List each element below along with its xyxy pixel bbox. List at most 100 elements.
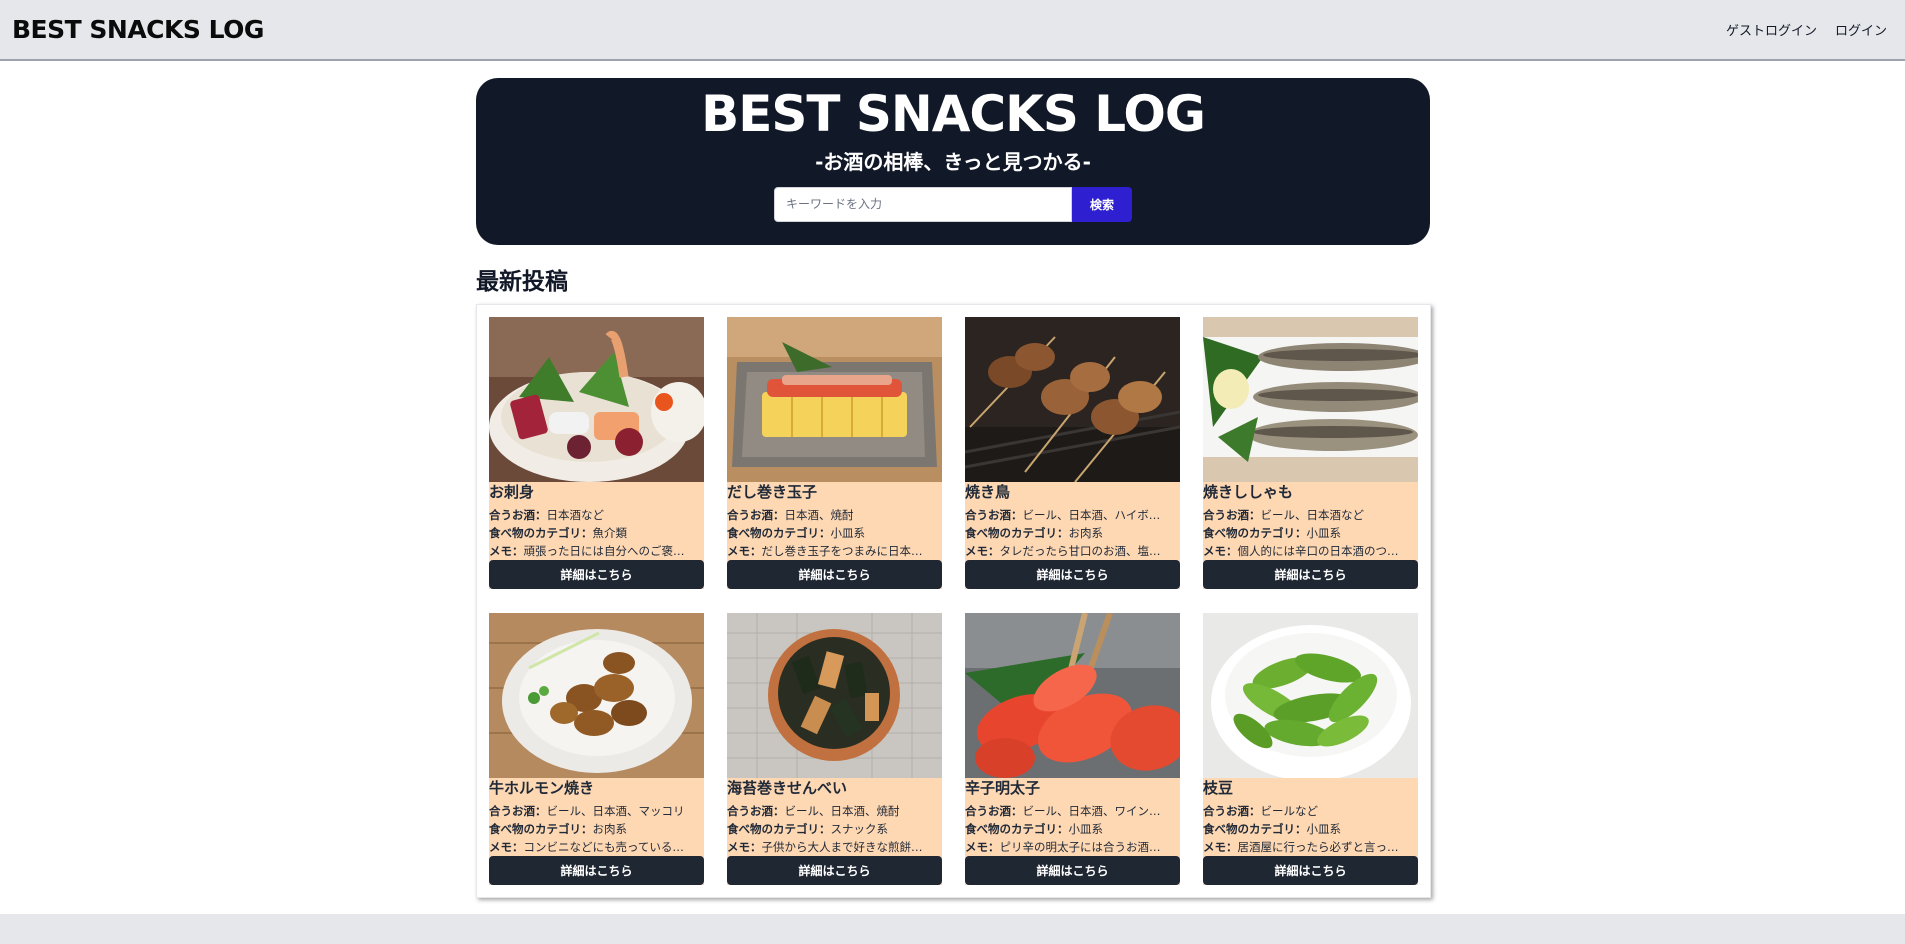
post-category: 食べ物のカテゴリ：魚介類 <box>489 524 704 542</box>
hero-title: BEST SNACKS LOG <box>701 85 1206 143</box>
memo-value: ピリ辛の明太子には合うお酒… <box>999 840 1161 854</box>
card-body: お刺身 合うお酒：日本酒など 食べ物のカテゴリ：魚介類 メモ：頑張った日には自分… <box>489 482 704 589</box>
post-card: 枝豆 合うお酒：ビールなど 食べ物のカテゴリ：小皿系 メモ：居酒屋に行ったら必ず… <box>1203 613 1418 885</box>
post-memo: メモ：個人的には辛口の日本酒のつ… <box>1203 542 1418 560</box>
memo-label: メモ： <box>1203 840 1238 854</box>
memo-label: メモ： <box>727 840 762 854</box>
post-memo: メモ：ピリ辛の明太子には合うお酒… <box>965 838 1180 856</box>
memo-value: コンビニなどにも売っている… <box>523 840 684 854</box>
posts-grid: お刺身 合うお酒：日本酒など 食べ物のカテゴリ：魚介類 メモ：頑張った日には自分… <box>489 317 1418 885</box>
search-input[interactable] <box>774 186 1072 222</box>
memo-label: メモ： <box>727 544 762 558</box>
detail-button[interactable]: 詳細はこちら <box>1203 560 1418 589</box>
horumon-photo[interactable] <box>489 613 704 778</box>
post-category: 食べ物のカテゴリ：スナック系 <box>727 820 942 838</box>
post-title: だし巻き玉子 <box>727 483 818 501</box>
category-label: 食べ物のカテゴリ： <box>489 822 593 836</box>
post-card: 辛子明太子 合うお酒：ビール、日本酒、ワイン… 食べ物のカテゴリ：小皿系 メモ：… <box>965 613 1180 885</box>
detail-button[interactable]: 詳細はこちら <box>727 560 942 589</box>
drink-value: ビール、日本酒、ワイン… <box>1022 804 1161 818</box>
posts-panel: お刺身 合うお酒：日本酒など 食べ物のカテゴリ：魚介類 メモ：頑張った日には自分… <box>476 304 1431 898</box>
memo-label: メモ： <box>965 840 1000 854</box>
detail-button[interactable]: 詳細はこちら <box>965 560 1180 589</box>
card-body: 海苔巻きせんべい 合うお酒：ビール、日本酒、焼酎 食べ物のカテゴリ：スナック系 … <box>727 778 942 885</box>
drink-value: ビールなど <box>1260 804 1319 818</box>
post-card: 焼きししゃも 合うお酒：ビール、日本酒など 食べ物のカテゴリ：小皿系 メモ：個人… <box>1203 317 1418 589</box>
sashimi-photo[interactable] <box>489 317 704 482</box>
category-value: 魚介類 <box>592 526 628 540</box>
memo-label: メモ： <box>965 544 1000 558</box>
post-drink: 合うお酒：ビールなど <box>1203 802 1418 820</box>
post-drink: 合うお酒：ビール、日本酒、マッコリ <box>489 802 704 820</box>
mentaiko-photo[interactable] <box>965 613 1180 778</box>
drink-value: 日本酒など <box>546 508 605 522</box>
post-card: だし巻き玉子 合うお酒：日本酒、焼酎 食べ物のカテゴリ：小皿系 メモ：だし巻き玉… <box>727 317 942 589</box>
shishamo-photo[interactable] <box>1203 317 1418 482</box>
detail-button[interactable]: 詳細はこちら <box>489 856 704 885</box>
post-category: 食べ物のカテゴリ：小皿系 <box>1203 524 1418 542</box>
category-value: お肉系 <box>592 822 628 836</box>
senbei-photo[interactable] <box>727 613 942 778</box>
memo-label: メモ： <box>489 544 524 558</box>
brand-logo-link[interactable]: BEST SNACKS LOG <box>12 15 264 44</box>
post-title: 牛ホルモン焼き <box>489 779 595 797</box>
detail-button[interactable]: 詳細はこちら <box>1203 856 1418 885</box>
detail-button[interactable]: 詳細はこちら <box>489 560 704 589</box>
search-form: 検索 <box>774 186 1132 222</box>
search-button[interactable]: 検索 <box>1072 186 1132 222</box>
post-title: 辛子明太子 <box>965 779 1041 797</box>
post-memo: メモ：コンビニなどにも売っている… <box>489 838 704 856</box>
category-label: 食べ物のカテゴリ： <box>1203 822 1307 836</box>
post-category: 食べ物のカテゴリ：小皿系 <box>727 524 942 542</box>
post-title: 海苔巻きせんべい <box>727 779 848 797</box>
post-memo: メモ：頑張った日には自分へのご褒… <box>489 542 704 560</box>
dashimaki-photo[interactable] <box>727 317 942 482</box>
memo-label: メモ： <box>489 840 524 854</box>
category-value: お肉系 <box>1068 526 1104 540</box>
drink-label: 合うお酒： <box>727 508 785 522</box>
memo-value: 頑張った日には自分へのご褒… <box>523 544 685 558</box>
post-title: お刺身 <box>489 483 535 501</box>
top-navbar: BEST SNACKS LOG ゲストログイン ログイン <box>0 0 1905 61</box>
card-body: だし巻き玉子 合うお酒：日本酒、焼酎 食べ物のカテゴリ：小皿系 メモ：だし巻き玉… <box>727 482 942 589</box>
detail-button[interactable]: 詳細はこちら <box>727 856 942 885</box>
post-drink: 合うお酒：ビール、日本酒、ハイボ… <box>965 506 1180 524</box>
guest-login-link[interactable]: ゲストログイン <box>1726 20 1817 39</box>
drink-value: ビール、日本酒、ハイボ… <box>1022 508 1161 522</box>
category-value: スナック系 <box>830 822 889 836</box>
memo-value: 子供から大人まで好きな煎餅… <box>761 840 923 854</box>
detail-button[interactable]: 詳細はこちら <box>965 856 1180 885</box>
drink-value: ビール、日本酒、焼酎 <box>784 804 900 818</box>
card-body: 辛子明太子 合うお酒：ビール、日本酒、ワイン… 食べ物のカテゴリ：小皿系 メモ：… <box>965 778 1180 885</box>
category-label: 食べ物のカテゴリ： <box>1203 526 1307 540</box>
post-drink: 合うお酒：ビール、日本酒、ワイン… <box>965 802 1180 820</box>
category-label: 食べ物のカテゴリ： <box>727 526 831 540</box>
post-drink: 合うお酒：ビール、日本酒など <box>1203 506 1418 524</box>
post-title: 枝豆 <box>1203 779 1234 797</box>
post-memo: メモ：子供から大人まで好きな煎餅… <box>727 838 942 856</box>
nav-links: ゲストログイン ログイン <box>1726 20 1893 39</box>
post-card: 牛ホルモン焼き 合うお酒：ビール、日本酒、マッコリ 食べ物のカテゴリ：お肉系 メ… <box>489 613 704 885</box>
memo-value: 居酒屋に行ったら必ずと言っ… <box>1237 840 1399 854</box>
memo-label: メモ： <box>1203 544 1238 558</box>
card-body: 枝豆 合うお酒：ビールなど 食べ物のカテゴリ：小皿系 メモ：居酒屋に行ったら必ず… <box>1203 778 1418 885</box>
card-body: 焼き鳥 合うお酒：ビール、日本酒、ハイボ… 食べ物のカテゴリ：お肉系 メモ：タレ… <box>965 482 1180 589</box>
post-memo: メモ：タレだったら甘口のお酒、塩… <box>965 542 1180 560</box>
drink-label: 合うお酒： <box>489 508 547 522</box>
post-drink: 合うお酒：ビール、日本酒、焼酎 <box>727 802 942 820</box>
post-title: 焼きししゃも <box>1203 483 1294 501</box>
post-category: 食べ物のカテゴリ：小皿系 <box>965 820 1180 838</box>
drink-label: 合うお酒： <box>489 804 547 818</box>
memo-value: 個人的には辛口の日本酒のつ… <box>1237 544 1399 558</box>
hero-subtitle: -お酒の相棒、きっと見つかる- <box>815 149 1091 174</box>
post-card: お刺身 合うお酒：日本酒など 食べ物のカテゴリ：魚介類 メモ：頑張った日には自分… <box>489 317 704 589</box>
drink-value: ビール、日本酒など <box>1260 508 1365 522</box>
edamame-photo[interactable] <box>1203 613 1418 778</box>
hero-banner: BEST SNACKS LOG -お酒の相棒、きっと見つかる- 検索 <box>476 78 1430 245</box>
post-title: 焼き鳥 <box>965 483 1011 501</box>
category-value: 小皿系 <box>830 526 866 540</box>
post-card: 焼き鳥 合うお酒：ビール、日本酒、ハイボ… 食べ物のカテゴリ：お肉系 メモ：タレ… <box>965 317 1180 589</box>
category-value: 小皿系 <box>1068 822 1104 836</box>
yakitori-photo[interactable] <box>965 317 1180 482</box>
login-link[interactable]: ログイン <box>1835 20 1887 39</box>
